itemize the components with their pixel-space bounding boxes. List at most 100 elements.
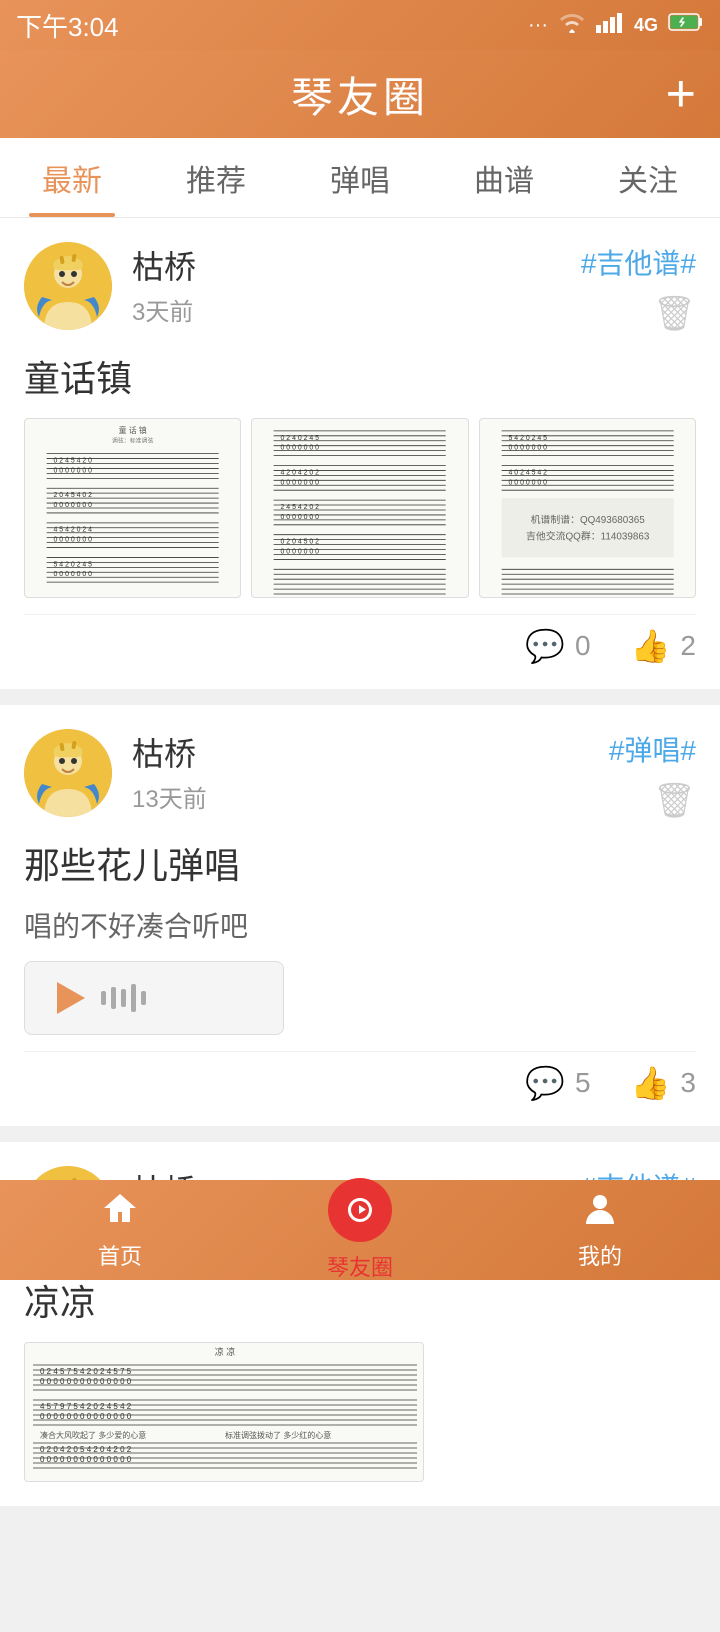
svg-text:0 2 4 0 2 4 5: 0 2 4 0 2 4 5 [281,435,320,442]
avatar[interactable] [24,242,112,330]
post-header: 枯桥 13天前 #弹唱# 🗑 [24,729,696,821]
svg-text:凉 凉: 凉 凉 [215,1346,236,1357]
comment-count: 0 [575,630,591,662]
nav-qinyouquan[interactable]: 琴友圈 [240,1178,480,1282]
nav-profile[interactable]: 我的 [480,1190,720,1271]
music-circle-icon [328,1178,392,1242]
comment-action[interactable]: 💬 0 [525,627,590,665]
svg-text:0 0 0 0 0 0 0: 0 0 0 0 0 0 0 [281,514,320,521]
post-meta: 枯桥 13天前 [132,729,609,814]
network-type-icon: 4G [634,15,658,36]
like-count: 3 [680,1067,696,1099]
svg-text:童 话 镇: 童 话 镇 [119,425,147,435]
post-tag[interactable]: #弹唱# [609,729,696,769]
feed-content: 枯桥 3天前 #吉他谱# 🗑 童话镇 童 话 镇 调弦：标准调弦 [0,218,720,1632]
post-header-right: #吉他谱# 🗑 [581,242,696,334]
tab-performance[interactable]: 弹唱 [288,138,432,217]
tab-follow[interactable]: 关注 [576,138,720,217]
page-title: 琴友圈 [291,64,429,125]
svg-text:4 0 2 4 5 4 2: 4 0 2 4 5 4 2 [508,469,547,476]
svg-text:0 0 0 0 0 0 0: 0 0 0 0 0 0 0 [281,445,320,452]
nav-home[interactable]: 首页 [0,1190,240,1271]
svg-text:0 2 4 5 4 2 0: 0 2 4 5 4 2 0 [54,458,93,465]
sheet-image-1[interactable]: 童 话 镇 调弦：标准调弦 0 2 4 5 4 2 0 0 0 0 0 0 0 … [24,418,241,598]
svg-text:2 4 5 4 2 0 2: 2 4 5 4 2 0 2 [281,504,320,511]
svg-text:0 0 0 0 0 0 0 0 0 0 0 0 0 0: 0 0 0 0 0 0 0 0 0 0 0 0 0 0 [40,1455,132,1464]
battery-icon [668,12,704,38]
wave-bar-4 [131,984,136,1012]
svg-text:标准调弦拨动了 多少红的心意: 标准调弦拨动了 多少红的心意 [225,1430,331,1440]
svg-text:0 2 0 4 5 0 2: 0 2 0 4 5 0 2 [281,539,320,546]
post-card: 枯桥 3天前 #吉他谱# 🗑 童话镇 童 话 镇 调弦：标准调弦 [0,218,720,689]
like-icon: 👍 [631,1064,671,1102]
svg-text:0 0 0 0 0 0 0: 0 0 0 0 0 0 0 [281,479,320,486]
svg-text:0 0 0 0 0 0 0: 0 0 0 0 0 0 0 [54,571,93,578]
play-button-icon [57,982,85,1014]
post-title: 凉凉 [24,1274,696,1326]
header: 琴友圈 + [0,50,720,138]
nav-profile-label: 我的 [578,1239,622,1271]
wave-bar-1 [101,991,106,1005]
tab-latest[interactable]: 最新 [0,138,144,217]
svg-text:调弦：标准调弦: 调弦：标准调弦 [112,437,154,445]
svg-text:2 0 4 5 4 0 2: 2 0 4 5 4 0 2 [54,492,93,499]
sheet-image-2[interactable]: 0 2 4 0 2 4 5 0 0 0 0 0 0 0 4 2 0 4 2 0 … [251,418,468,598]
post-username: 枯桥 [132,242,581,288]
wifi-icon [558,11,586,39]
comment-icon: 💬 [525,627,565,665]
like-action[interactable]: 👍 2 [631,627,696,665]
user-icon [582,1190,618,1235]
comment-count: 5 [575,1067,591,1099]
wave-bar-5 [141,991,146,1005]
sheet-music-images: 童 话 镇 调弦：标准调弦 0 2 4 5 4 2 0 0 0 0 0 0 0 … [24,418,696,598]
comment-action[interactable]: 💬 5 [525,1064,590,1102]
tab-sheet[interactable]: 曲谱 [432,138,576,217]
svg-text:吉他交流QQ群：114039863: 吉他交流QQ群：114039863 [526,530,650,543]
svg-text:0 0 0 0 0 0 0: 0 0 0 0 0 0 0 [508,445,547,452]
delete-icon[interactable]: 🗑 [653,781,696,821]
wave-bar-3 [121,989,126,1007]
signal-dots-icon: ··· [528,14,548,37]
home-icon [100,1190,140,1235]
cell-signal-icon [596,11,624,39]
avatar[interactable] [24,729,112,817]
post-meta: 枯桥 3天前 [132,242,581,327]
add-button[interactable]: + [666,68,696,120]
nav-home-label: 首页 [98,1239,142,1271]
tab-recommended[interactable]: 推荐 [144,138,288,217]
status-time: 下午3:04 [16,7,119,44]
sheet-image-3[interactable]: 5 4 2 0 2 4 5 0 0 0 0 0 0 0 4 0 2 4 5 4 … [479,418,696,598]
svg-text:0 2 4 5 7 5 4 2 0 2 4 5 7 5: 0 2 4 5 7 5 4 2 0 2 4 5 7 5 [40,1367,132,1376]
tab-bar: 最新 推荐 弹唱 曲谱 关注 [0,138,720,218]
sound-wave-icon [101,984,146,1012]
post-description: 唱的不好凑合听吧 [24,905,696,945]
status-icons: ··· 4G [528,11,704,39]
svg-text:5 4 2 0 2 4 5: 5 4 2 0 2 4 5 [508,435,547,442]
svg-text:机谱制谱：QQ493680365: 机谱制谱：QQ493680365 [530,513,645,526]
svg-text:0 0 0 0 0 0 0: 0 0 0 0 0 0 0 [54,537,93,544]
post-header-right: #弹唱# 🗑 [609,729,696,821]
post-footer: 💬 0 👍 2 [24,614,696,665]
post-time: 3天前 [132,292,581,327]
post-time: 13天前 [132,779,609,814]
svg-text:0 0 0 0 0 0 0: 0 0 0 0 0 0 0 [508,479,547,486]
svg-text:4 5 4 2 0 2 4: 4 5 4 2 0 2 4 [54,527,93,534]
audio-player[interactable] [24,961,284,1035]
post-footer: 💬 5 👍 3 [24,1051,696,1102]
wave-bar-2 [111,987,116,1009]
post-tag[interactable]: #吉他谱# [581,242,696,282]
like-icon: 👍 [631,627,671,665]
svg-text:4 5 7 9 7 5 4 2 0 2 4 5 4 2: 4 5 7 9 7 5 4 2 0 2 4 5 4 2 [40,1402,132,1411]
post-header: 枯桥 3天前 #吉他谱# 🗑 [24,242,696,334]
svg-text:0 0 0 0 0 0 0: 0 0 0 0 0 0 0 [281,548,320,555]
delete-icon[interactable]: 🗑 [653,294,696,334]
sheet-preview[interactable]: 凉 凉 0 2 4 5 7 5 4 2 0 2 4 5 7 5 0 0 0 0 … [24,1342,424,1482]
svg-text:4 2 0 4 2 0 2: 4 2 0 4 2 0 2 [281,469,320,476]
like-count: 2 [680,630,696,662]
post-title: 那些花儿弹唱 [24,837,696,889]
nav-qinyouquan-label: 琴友圈 [327,1250,393,1282]
svg-text:5 4 2 0 2 4 5: 5 4 2 0 2 4 5 [54,561,93,568]
like-action[interactable]: 👍 3 [631,1064,696,1102]
feed: 枯桥 3天前 #吉他谱# 🗑 童话镇 童 话 镇 调弦：标准调弦 [0,218,720,1632]
svg-text:0 0 0 0 0 0 0: 0 0 0 0 0 0 0 [54,502,93,509]
